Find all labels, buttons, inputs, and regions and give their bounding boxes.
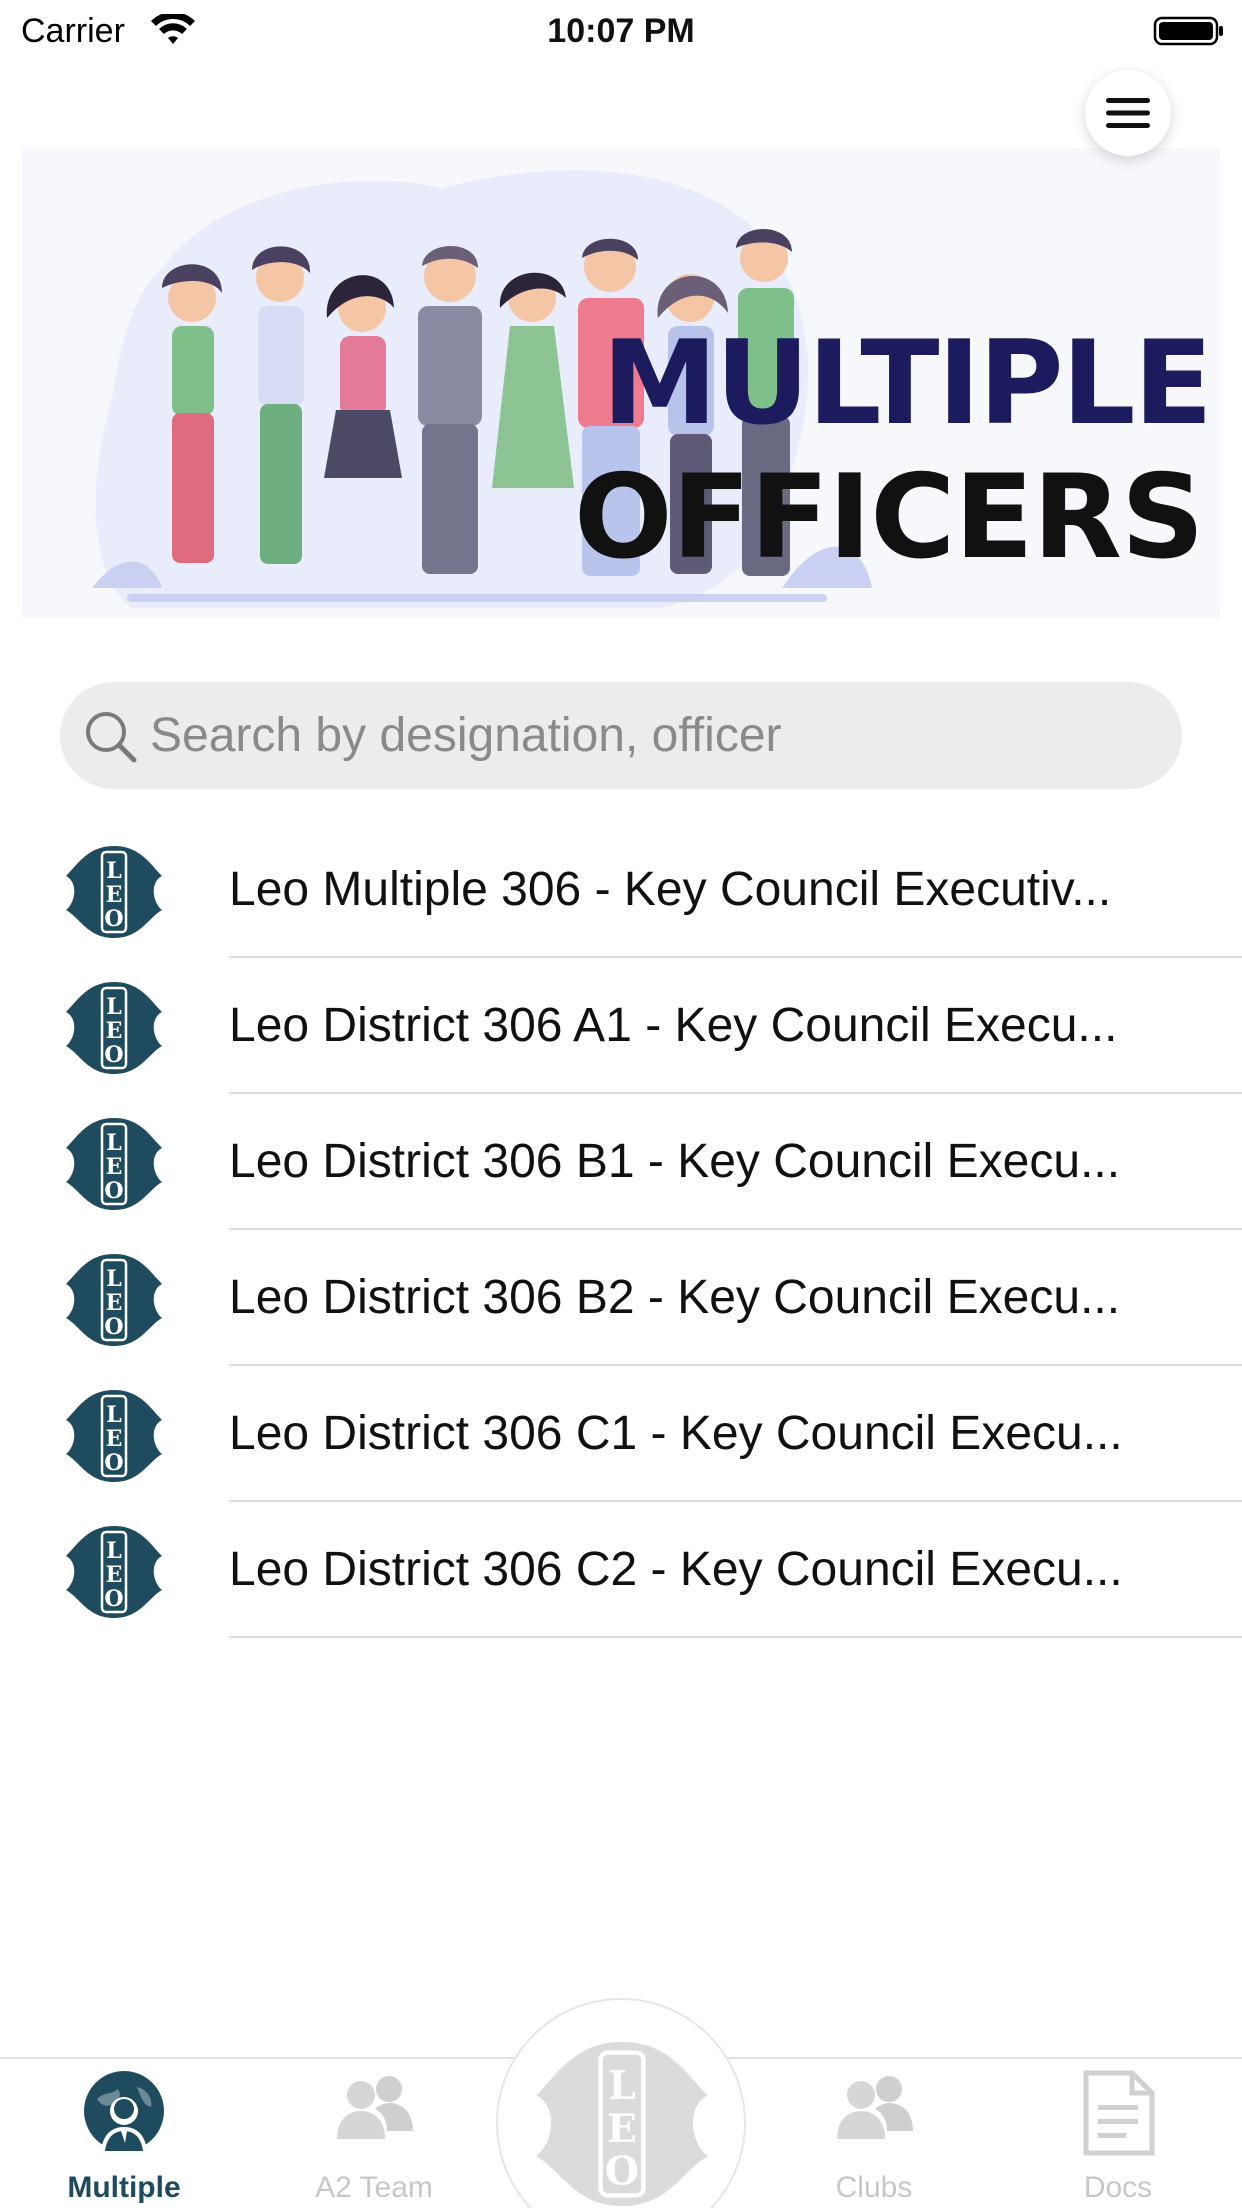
list-item-label: Leo District 306 C2 - Key Council Execu.…: [229, 1543, 1123, 1596]
divider: [229, 1636, 1242, 1638]
svg-text:L: L: [106, 994, 121, 1020]
tab-label: A2 Team: [315, 2171, 433, 2204]
svg-text:E: E: [106, 1018, 123, 1044]
leo-logo-icon: L E O: [66, 846, 162, 938]
document-icon: [1083, 2070, 1155, 2156]
officers-list: L E O Leo Multiple 306 - Key Council Exe…: [0, 822, 1242, 1638]
svg-text:L: L: [106, 858, 121, 884]
svg-text:E: E: [106, 1290, 123, 1316]
search-icon: [86, 712, 137, 763]
tab-label: Docs: [1083, 2171, 1153, 2204]
header-banner: MULTIPLE OFFICERS: [22, 148, 1220, 618]
svg-text:O: O: [104, 1450, 123, 1476]
list-item-label: Leo District 306 B1 - Key Council Execu.…: [229, 1135, 1121, 1188]
tab-label: Clubs: [835, 2171, 913, 2204]
list-item-label: Leo District 306 C1 - Key Council Execu.…: [229, 1407, 1123, 1460]
list-item-label: Leo District 306 A1 - Key Council Execu.…: [229, 999, 1118, 1052]
svg-text:L: L: [106, 1266, 121, 1292]
list-item-label: Leo Multiple 306 - Key Council Executiv.…: [229, 863, 1112, 916]
svg-text:O: O: [104, 1314, 123, 1340]
search-bar[interactable]: [60, 682, 1182, 789]
list-item[interactable]: L E O Leo District 306 B1 - Key Council …: [0, 1094, 1242, 1230]
svg-text:L: L: [106, 1402, 121, 1428]
leo-logo-icon: L E O: [66, 1254, 162, 1346]
banner-title-officers: OFFICERS: [574, 450, 1204, 585]
list-item[interactable]: L E O Leo District 306 B2 - Key Council …: [0, 1230, 1242, 1366]
battery-icon: [1153, 16, 1223, 46]
tab-clubs[interactable]: Clubs: [774, 2059, 974, 2208]
svg-text:E: E: [106, 882, 123, 908]
svg-text:O: O: [104, 1586, 123, 1612]
svg-text:E: E: [106, 1426, 123, 1452]
list-item[interactable]: L E O Leo Multiple 306 - Key Council Exe…: [0, 822, 1242, 958]
svg-text:O: O: [104, 906, 123, 932]
svg-text:E: E: [607, 2106, 637, 2152]
leo-logo-icon: L E O: [66, 1390, 162, 1482]
leo-logo-icon: L E O: [536, 2041, 708, 2207]
leo-logo-icon: L E O: [66, 982, 162, 1074]
svg-text:E: E: [106, 1154, 123, 1180]
svg-text:O: O: [104, 1178, 123, 1204]
svg-text:L: L: [106, 1538, 121, 1564]
svg-text:E: E: [106, 1562, 123, 1588]
search-input[interactable]: [150, 682, 1160, 789]
tab-leo-home[interactable]: L E O: [496, 1998, 746, 2208]
hamburger-menu-icon: [1106, 98, 1150, 128]
leo-logo-icon: L E O: [66, 1526, 162, 1618]
svg-text:O: O: [104, 1042, 123, 1068]
tab-multiple[interactable]: Multiple: [24, 2059, 224, 2208]
list-item[interactable]: L E O Leo District 306 A1 - Key Council …: [0, 958, 1242, 1094]
tab-a2-team[interactable]: A2 Team: [274, 2059, 474, 2208]
list-item[interactable]: L E O Leo District 306 C2 - Key Council …: [0, 1502, 1242, 1638]
officer-globe-icon: [84, 2071, 164, 2151]
leo-logo-icon: L E O: [66, 1118, 162, 1210]
tab-label: Multiple: [67, 2171, 181, 2204]
svg-text:O: O: [605, 2149, 639, 2195]
menu-button[interactable]: [1085, 70, 1171, 156]
team-icon: [337, 2076, 413, 2139]
banner-title-multiple: MULTIPLE: [602, 316, 1213, 451]
tab-docs[interactable]: Docs: [1018, 2059, 1218, 2208]
list-item[interactable]: L E O Leo District 306 C1 - Key Council …: [0, 1366, 1242, 1502]
clock: 10:07 PM: [547, 12, 695, 50]
list-item-label: Leo District 306 B2 - Key Council Execu.…: [229, 1271, 1121, 1324]
svg-text:L: L: [106, 1130, 121, 1156]
status-bar: Carrier 10:07 PM: [0, 0, 1242, 62]
svg-text:L: L: [608, 2063, 636, 2109]
clubs-icon: [837, 2076, 913, 2139]
